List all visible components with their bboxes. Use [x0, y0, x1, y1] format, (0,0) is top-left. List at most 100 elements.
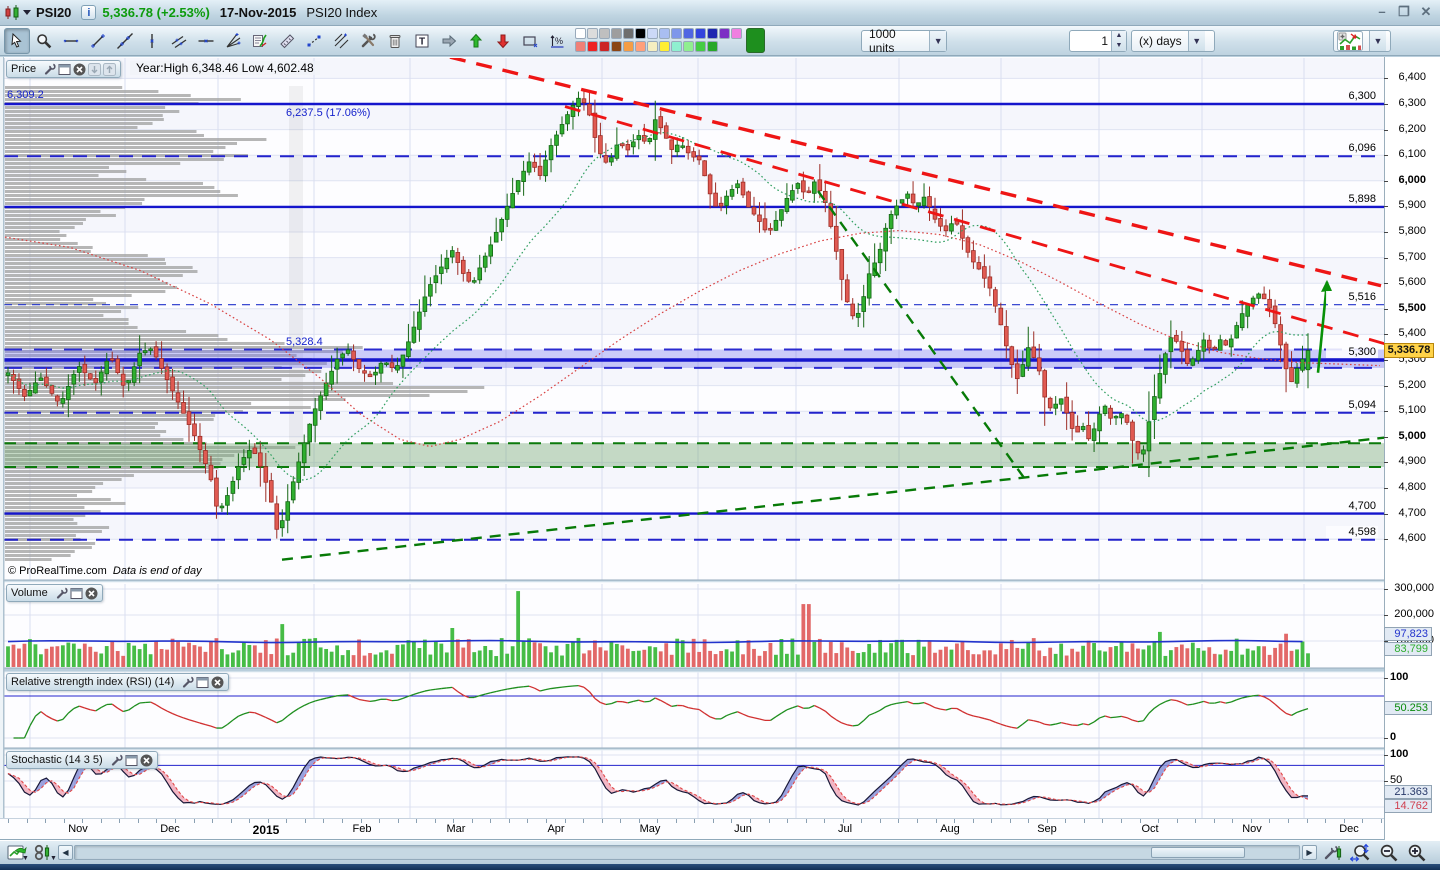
- spinner-up-icon[interactable]: ▲: [1112, 31, 1126, 41]
- arrow-up-tool[interactable]: [463, 28, 489, 54]
- close-panel-icon[interactable]: [85, 587, 98, 600]
- palette-color[interactable]: [719, 28, 730, 39]
- palette-color[interactable]: [599, 28, 610, 39]
- move-panel-up-icon[interactable]: [103, 62, 117, 76]
- detach-window-icon[interactable]: [70, 587, 83, 600]
- close-panel-icon[interactable]: [211, 676, 224, 689]
- palette-color[interactable]: [707, 28, 718, 39]
- restore-button[interactable]: ❐: [1396, 4, 1412, 20]
- zoom-tool[interactable]: [31, 28, 57, 54]
- palette-color[interactable]: [611, 41, 622, 52]
- price-panel-header[interactable]: Price: [6, 60, 122, 78]
- horizontal-segment-tool[interactable]: [58, 28, 84, 54]
- price-axis-label: 5,100: [1398, 404, 1426, 417]
- selected-color-swatch[interactable]: [746, 28, 765, 53]
- pitchfork-tool[interactable]: [328, 28, 354, 54]
- scroll-right-button[interactable]: ▶: [1302, 845, 1317, 860]
- scrollbar-thumb[interactable]: [1151, 847, 1245, 858]
- zoom-in-button[interactable]: [1406, 843, 1428, 863]
- palette-color[interactable]: [695, 28, 706, 39]
- palette-color[interactable]: [731, 28, 742, 39]
- palette-color[interactable]: [671, 28, 682, 39]
- percent-retracement-tool[interactable]: %: [544, 28, 570, 54]
- units-dropdown[interactable]: 1000 units ▼: [861, 27, 947, 55]
- spinner-down-icon[interactable]: ▼: [1112, 41, 1126, 51]
- palette-color[interactable]: [647, 28, 658, 39]
- palette-color[interactable]: [611, 28, 622, 39]
- palette-color[interactable]: [575, 41, 586, 52]
- rsi-panel-header[interactable]: Relative strength index (RSI) (14): [6, 673, 230, 691]
- palette-color[interactable]: [731, 41, 742, 52]
- palette-color[interactable]: [719, 41, 730, 52]
- time-axis-tick: [1287, 819, 1289, 823]
- drawing-settings-tool[interactable]: [355, 28, 381, 54]
- palette-color[interactable]: [647, 41, 658, 52]
- palette-color[interactable]: [587, 41, 598, 52]
- polyline-tool[interactable]: [301, 28, 327, 54]
- palette-color[interactable]: [635, 28, 646, 39]
- linked-charts-dropdown-icon[interactable]: ▼: [50, 855, 57, 862]
- period-spinner-buttons[interactable]: ▲ ▼: [1111, 30, 1126, 51]
- volume-panel-header[interactable]: Volume: [6, 584, 103, 602]
- text-tool[interactable]: T: [409, 28, 435, 54]
- units-dropdown-arrow[interactable]: ▼: [929, 30, 946, 51]
- extended-line-tool[interactable]: [112, 28, 138, 54]
- delete-drawings-tool[interactable]: [382, 28, 408, 54]
- arrow-down-tool[interactable]: [490, 28, 516, 54]
- detach-window-icon[interactable]: [58, 63, 71, 76]
- period-spinner[interactable]: 1 ▲ ▼: [1069, 29, 1127, 52]
- time-axis-tick: [1102, 819, 1104, 823]
- palette-color[interactable]: [623, 28, 634, 39]
- close-panel-icon[interactable]: [73, 63, 86, 76]
- palette-color[interactable]: [623, 41, 634, 52]
- cursor-tool[interactable]: [4, 27, 30, 54]
- move-panel-down-icon[interactable]: [88, 62, 102, 76]
- palette-color[interactable]: [683, 28, 694, 39]
- close-button[interactable]: ✕: [1418, 4, 1434, 20]
- palette-color[interactable]: [659, 41, 670, 52]
- settings-wrench-icon[interactable]: [181, 675, 194, 689]
- instrument-dropdown-icon[interactable]: [23, 9, 32, 16]
- timeframe-dropdown-arrow[interactable]: ▼: [1187, 30, 1205, 51]
- info-icon[interactable]: i: [81, 5, 97, 20]
- parallel-channel-tool[interactable]: [166, 28, 192, 54]
- vertical-line-tool[interactable]: [139, 28, 165, 54]
- palette-color[interactable]: [575, 28, 586, 39]
- minimize-button[interactable]: –: [1374, 4, 1390, 20]
- chart-settings-button[interactable]: [1322, 843, 1344, 863]
- price-axis-tick: [1384, 539, 1388, 541]
- scroll-left-button[interactable]: ◀: [58, 845, 73, 860]
- segment-tool[interactable]: [85, 28, 111, 54]
- time-axis[interactable]: Nov Dec 2015 Feb Mar Apr May Jun Jul Aug Sep Oct Nov…: [0, 818, 1384, 840]
- stochastic-panel-header[interactable]: Stochastic (14 3 5): [6, 751, 158, 769]
- settings-wrench-icon[interactable]: [43, 62, 56, 76]
- fit-zoom-button[interactable]: [1350, 843, 1372, 863]
- palette-color[interactable]: [659, 28, 670, 39]
- palette-color[interactable]: [587, 28, 598, 39]
- arrow-right-tool[interactable]: [436, 28, 462, 54]
- zoom-out-button[interactable]: [1378, 843, 1400, 863]
- chart-canvas[interactable]: [4, 58, 1384, 818]
- ruler-tool[interactable]: [274, 28, 300, 54]
- fan-lines-tool[interactable]: [220, 28, 246, 54]
- chart-scrollbar[interactable]: [74, 845, 1300, 860]
- palette-color[interactable]: [707, 41, 718, 52]
- chart-style-dropdown-arrow[interactable]: ▼: [1369, 30, 1386, 51]
- rectangle-zone-tool[interactable]: [517, 28, 543, 54]
- timeframe-dropdown[interactable]: (x) days ▼: [1131, 29, 1215, 52]
- settings-wrench-icon[interactable]: [55, 586, 68, 600]
- horizontal-line-tool[interactable]: [193, 28, 219, 54]
- close-panel-icon[interactable]: [140, 754, 153, 767]
- palette-color[interactable]: [635, 41, 646, 52]
- chart-style-button[interactable]: ▼: [1333, 29, 1391, 52]
- export-dropdown-icon[interactable]: ▼: [22, 855, 29, 862]
- detach-window-icon[interactable]: [125, 754, 138, 767]
- detach-window-icon[interactable]: [196, 676, 209, 689]
- palette-color[interactable]: [683, 41, 694, 52]
- palette-color[interactable]: [671, 41, 682, 52]
- time-axis-tick: [1139, 819, 1141, 823]
- palette-color[interactable]: [695, 41, 706, 52]
- analysis-notes-tool[interactable]: [247, 28, 273, 54]
- palette-color[interactable]: [599, 41, 610, 52]
- settings-wrench-icon[interactable]: [110, 753, 123, 767]
